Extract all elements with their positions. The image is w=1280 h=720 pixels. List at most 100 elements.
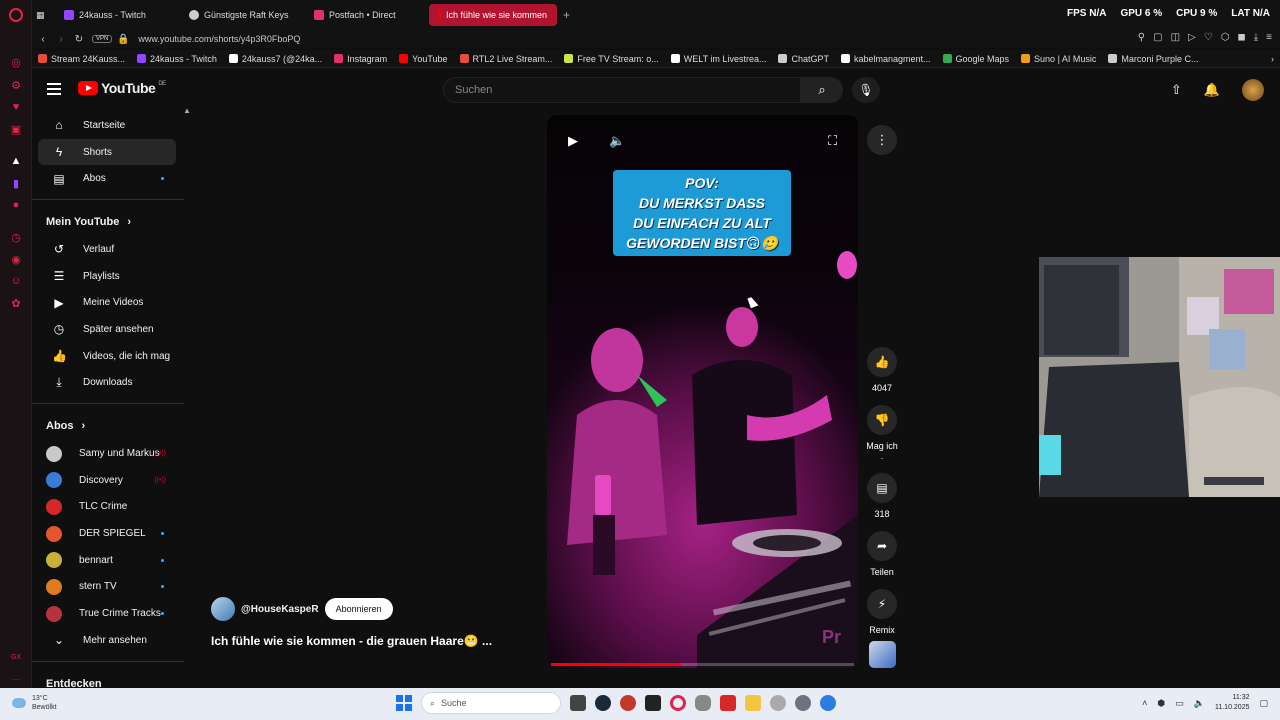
sidebar-icon-7[interactable]: ◷ bbox=[9, 230, 23, 244]
sidebar-icon-5[interactable]: ▲ bbox=[9, 154, 23, 168]
video-title[interactable]: Ich fühle wie sie kommen - die grauen Ha… bbox=[211, 634, 492, 648]
progress-bar[interactable] bbox=[551, 663, 854, 666]
upload-icon[interactable]: ⇧ bbox=[1171, 82, 1182, 98]
action-share[interactable]: ➦ Teilen bbox=[864, 531, 900, 577]
bookmark-item[interactable]: WELT im Livestrea... bbox=[665, 54, 773, 64]
nav-item[interactable]: 👍 Videos, die ich mag bbox=[38, 343, 176, 370]
gx-icon[interactable]: GX bbox=[9, 650, 23, 664]
bookmark-item[interactable]: kabelmanagment... bbox=[835, 54, 937, 64]
youtube-logo[interactable]: YouTube DE bbox=[78, 80, 166, 96]
app-red-icon[interactable] bbox=[620, 695, 636, 711]
search-input[interactable]: Suchen bbox=[443, 77, 801, 103]
more-dots-icon[interactable]: ··· bbox=[9, 672, 23, 686]
opera-logo-icon[interactable] bbox=[9, 8, 23, 22]
action-dislike[interactable]: 👎 Mag ich . bbox=[864, 405, 900, 461]
task-view-icon[interactable] bbox=[570, 695, 586, 711]
more-options-button[interactable]: ⋮ bbox=[867, 125, 897, 155]
shorts-player[interactable]: Pr ▶ 🔈 ⛶ POV: DU MERKST DASS DU EINFACH … bbox=[547, 115, 858, 668]
notifications-bell-icon[interactable]: 🔔 bbox=[1204, 82, 1220, 98]
app-voicemod-icon[interactable] bbox=[720, 695, 736, 711]
taskbar-search[interactable]: ⌕ Suche bbox=[421, 692, 561, 714]
network-icon[interactable]: ▭ bbox=[1175, 698, 1184, 709]
bookmark-item[interactable]: 24kauss - Twitch bbox=[131, 54, 223, 64]
bookmarks-overflow-icon[interactable]: › bbox=[1265, 54, 1280, 64]
subscribe-button[interactable]: Abonnieren bbox=[324, 598, 393, 620]
nav-item[interactable]: ⤓ Downloads bbox=[38, 370, 176, 397]
bookmark-item[interactable]: Marconi Purple C... bbox=[1102, 54, 1204, 64]
forward-icon[interactable]: › bbox=[54, 34, 68, 45]
app-gear-icon[interactable] bbox=[770, 695, 786, 711]
clock[interactable]: 11:32 11.10.2025 bbox=[1215, 693, 1250, 713]
sidebar-icon-3[interactable]: ♥ bbox=[9, 100, 23, 114]
subscription-item[interactable]: True Crime Tracks bbox=[38, 600, 176, 627]
nav-item[interactable]: ⌂ Startseite bbox=[38, 112, 176, 139]
speaker-icon[interactable]: 🔈 bbox=[1194, 698, 1205, 709]
weather-widget[interactable]: 13°C Bewölkt bbox=[12, 694, 57, 712]
notifications-icon[interactable]: ▢ bbox=[1259, 698, 1268, 709]
snapshot-icon[interactable]: ▢ bbox=[1153, 32, 1162, 43]
sidebar-icon-9[interactable]: ☺ bbox=[9, 274, 23, 288]
sidebar-icon-2[interactable]: ⚙ bbox=[9, 78, 23, 92]
tab-0[interactable]: 24kauss - Twitch bbox=[54, 4, 179, 26]
subscription-item[interactable]: stern TV bbox=[38, 574, 176, 601]
fullscreen-icon[interactable]: ⛶ bbox=[828, 133, 837, 149]
player-icon[interactable]: ▷ bbox=[1188, 32, 1196, 43]
bookmark-item[interactable]: Suno | AI Music bbox=[1015, 54, 1102, 64]
new-tab-button[interactable]: + bbox=[557, 8, 576, 22]
action-comments[interactable]: ▤ 318 bbox=[864, 473, 900, 519]
bookmark-item[interactable]: Google Maps bbox=[937, 54, 1016, 64]
nav-item[interactable]: ▶ Meine Videos bbox=[38, 289, 176, 316]
opera-gx-icon[interactable] bbox=[670, 695, 686, 711]
sidebar-icon-6[interactable]: ● bbox=[9, 198, 23, 212]
back-icon[interactable]: ‹ bbox=[36, 34, 50, 45]
tray-app-icon[interactable]: ⬢ bbox=[1157, 698, 1165, 709]
tab-grid-icon[interactable]: ▦ bbox=[32, 4, 54, 26]
channel-name[interactable]: @HouseKaspeR bbox=[241, 604, 319, 615]
pin-icon[interactable]: ⚲ bbox=[1138, 32, 1145, 43]
subscription-item[interactable]: bennart bbox=[38, 547, 176, 574]
search-button[interactable]: ⌕ bbox=[801, 77, 843, 103]
nav-item[interactable]: ◷ Später ansehen bbox=[38, 316, 176, 343]
action-remix[interactable]: ⚡ Remix bbox=[864, 589, 900, 635]
subscription-item[interactable]: DER SPIEGEL bbox=[38, 520, 176, 547]
mouse-app-icon[interactable] bbox=[695, 695, 711, 711]
voice-search-button[interactable]: 🎙 bbox=[852, 77, 880, 103]
play-icon[interactable]: ▶ bbox=[568, 133, 578, 149]
obs-icon[interactable] bbox=[645, 695, 661, 711]
bookmark-item[interactable]: ChatGPT bbox=[772, 54, 835, 64]
subscription-item[interactable]: Samy und Markus ((•)) bbox=[38, 440, 176, 467]
app-blue-icon[interactable] bbox=[820, 695, 836, 711]
sidebar-icon-4[interactable]: ▣ bbox=[9, 122, 23, 136]
sidebar-icon-8[interactable]: ◉ bbox=[9, 252, 23, 266]
settings-gear-icon[interactable]: ✿ bbox=[9, 296, 23, 310]
vpn-badge[interactable]: VPN bbox=[92, 35, 113, 43]
windows-start-icon[interactable] bbox=[396, 695, 412, 711]
nav-item[interactable]: ↺ Verlauf bbox=[38, 236, 176, 263]
bookmark-item[interactable]: Instagram bbox=[328, 54, 393, 64]
subscription-item[interactable]: Discovery ((•)) bbox=[38, 467, 176, 494]
show-more-button[interactable]: ⌄ Mehr ansehen bbox=[38, 627, 176, 654]
section-subscriptions[interactable]: Abos › bbox=[32, 412, 184, 440]
sound-thumbnail[interactable] bbox=[869, 641, 896, 668]
download-icon[interactable]: ⤓ bbox=[1254, 32, 1258, 43]
tab-3-active[interactable]: Ich fühle wie sie kommen bbox=[429, 4, 557, 26]
channel-avatar[interactable] bbox=[211, 597, 235, 621]
url-field[interactable]: www.youtube.com/shorts/y4p3R0FboPQ bbox=[138, 34, 300, 44]
sidebar-icon-1[interactable]: ◎ bbox=[9, 55, 23, 69]
menu-hamburger-icon[interactable] bbox=[47, 83, 61, 98]
menu-icon[interactable]: ≡ bbox=[1266, 32, 1272, 43]
tray-chevron-icon[interactable]: ˄ bbox=[1142, 698, 1147, 708]
bookmark-item[interactable]: 24kauss7 (@24ka... bbox=[223, 54, 328, 64]
camera-icon[interactable]: ◫ bbox=[1171, 32, 1180, 43]
action-like[interactable]: 👍 4047 bbox=[864, 347, 900, 393]
reload-icon[interactable]: ↻ bbox=[72, 34, 86, 45]
twitch-icon[interactable]: ▮ bbox=[9, 176, 23, 190]
bookmark-item[interactable]: Stream 24Kauss... bbox=[32, 54, 131, 64]
steam-icon[interactable] bbox=[595, 695, 611, 711]
settings-icon[interactable] bbox=[795, 695, 811, 711]
bookmark-item[interactable]: RTL2 Live Stream... bbox=[454, 54, 559, 64]
section-my-youtube[interactable]: Mein YouTube › bbox=[32, 208, 184, 236]
tab-1[interactable]: Günstigste Raft Keys bbox=[179, 4, 304, 26]
extensions-icon[interactable]: ⬡ bbox=[1221, 32, 1230, 43]
heart-icon[interactable]: ♡ bbox=[1204, 32, 1213, 43]
